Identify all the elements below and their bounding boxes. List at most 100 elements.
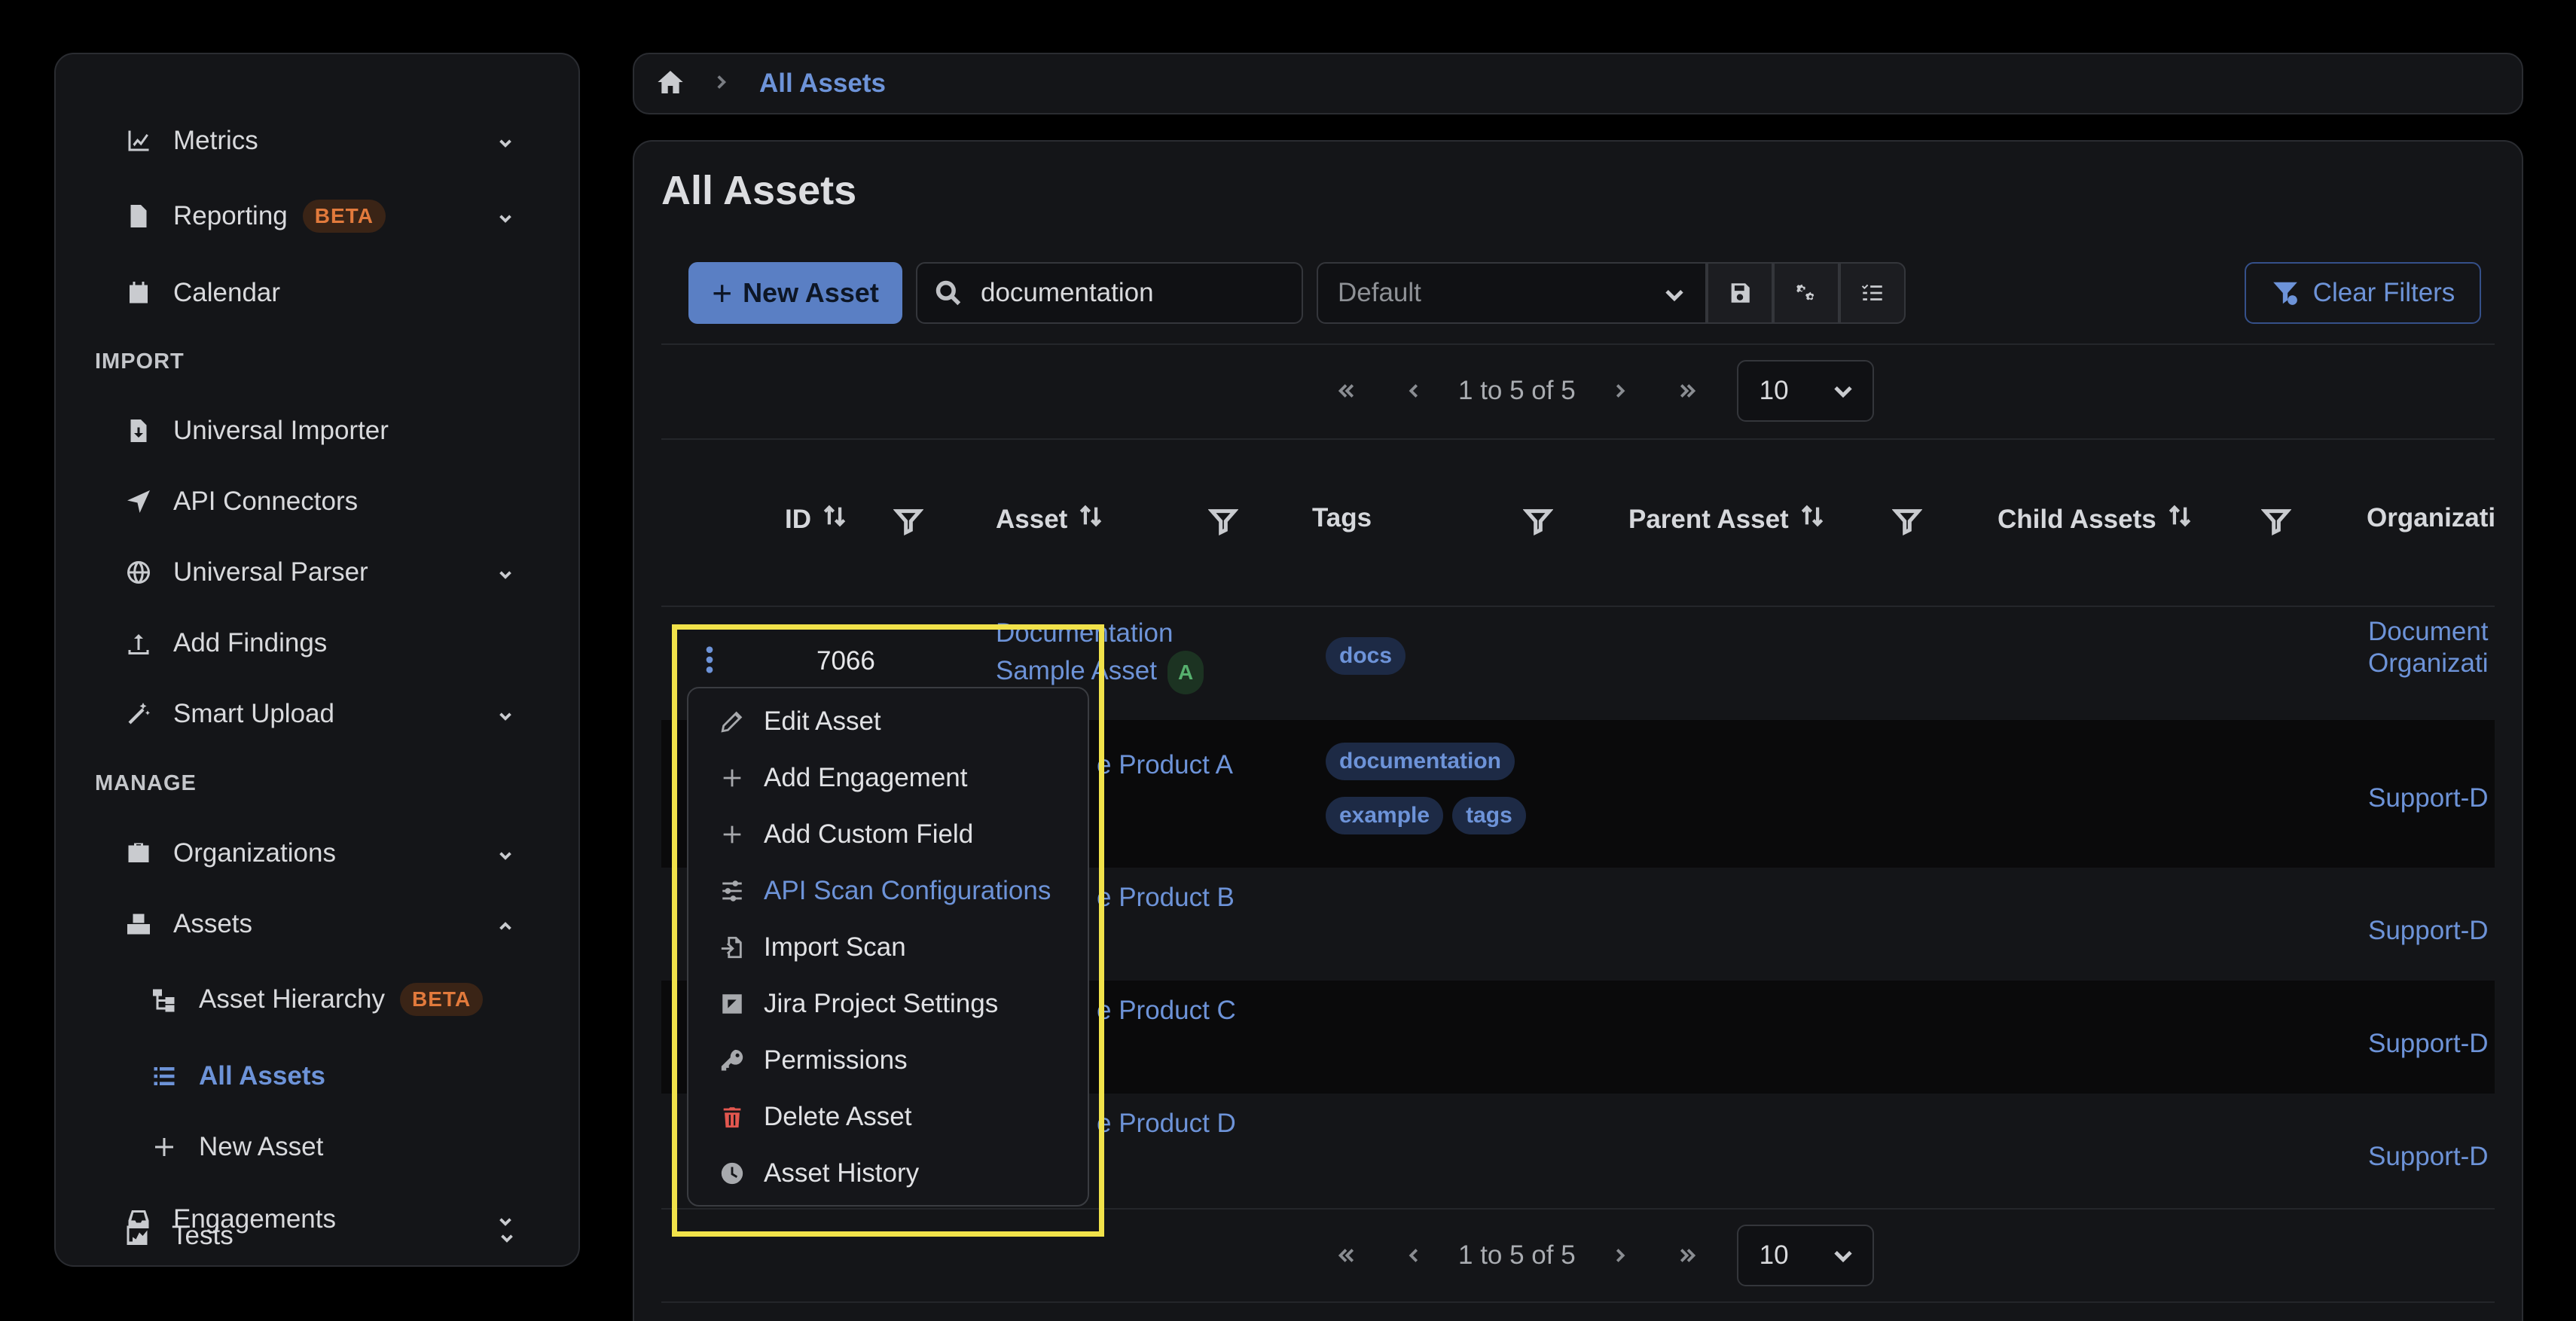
filter-icon[interactable] [2260,506,2292,540]
pagination-info: 1 to 5 of 5 [1458,1240,1576,1270]
filter-icon[interactable] [1207,506,1239,540]
sidebar-item-universal-parser[interactable]: Universal Parser [124,546,518,599]
sidebar-item-smart-upload[interactable]: Smart Upload [124,688,518,740]
prev-page-icon[interactable] [1380,1244,1448,1267]
asset-name-link[interactable]: e Product C [1097,996,1236,1026]
sidebar-item-add-findings[interactable]: Add Findings [124,617,518,670]
new-asset-button[interactable]: + New Asset [688,262,902,324]
save-view-button[interactable] [1707,262,1773,324]
menu-item-add-engagement[interactable]: Add Engagement [717,755,967,801]
breadcrumb-current[interactable]: All Assets [759,69,886,99]
column-header-parent-asset[interactable]: Parent Asset [1628,503,1825,535]
tag-badge[interactable]: example [1326,797,1444,834]
first-page-icon[interactable] [1312,380,1380,402]
trash-icon [717,1104,747,1130]
filter-icon[interactable] [893,506,924,540]
sidebar-item-all-assets[interactable]: All Assets [149,1050,518,1103]
column-header-organization[interactable]: Organizati [2367,503,2495,533]
chevron-down-icon [497,1225,520,1247]
chevron-down-icon [496,205,518,227]
page-title: All Assets [661,168,857,213]
clock-icon [717,1161,747,1186]
sidebar-item-label: Tests [172,1221,233,1250]
menu-item-delete-asset[interactable]: Delete Asset [717,1094,912,1139]
sidebar-item-metrics[interactable]: Metrics [124,114,518,167]
clear-filters-button[interactable]: Clear Filters [2245,262,2481,324]
column-header-child-assets[interactable]: Child Assets [1998,503,2193,535]
menu-item-label: Jira Project Settings [764,989,999,1018]
asset-name-link[interactable]: e Product A [1097,750,1233,780]
pagination-bottom: 1 to 5 of 5 10 [1312,1225,1874,1286]
sidebar: Metrics Reporting BETA Calendar IMPORT U… [54,53,580,1267]
sort-icon[interactable] [1067,503,1103,535]
divider [661,1208,2495,1210]
column-label: Parent Asset [1628,504,1789,534]
organization-link[interactable]: Support-D [2368,916,2489,946]
menu-item-jira-project-settings[interactable]: Jira Project Settings [717,981,998,1027]
columns-button[interactable] [1839,262,1906,324]
pagination-top: 1 to 5 of 5 10 [1312,360,1874,422]
sidebar-item-calendar[interactable]: Calendar [124,267,518,319]
organization-link[interactable]: Document Organizati [2368,616,2489,679]
magic-wand-icon [124,699,154,729]
save-icon [1731,283,1750,303]
sort-icon[interactable] [2156,503,2193,535]
sidebar-item-label: Universal Parser [173,557,368,587]
menu-item-asset-history[interactable]: Asset History [717,1151,919,1196]
tag-badge[interactable]: documentation [1326,743,1515,780]
asset-name-link[interactable]: e Product D [1097,1109,1236,1139]
column-header-asset[interactable]: Asset [996,503,1103,535]
asset-name-link[interactable]: Documentation Sample Asset A [996,616,1204,694]
menu-item-add-custom-field[interactable]: Add Custom Field [717,812,973,857]
row-actions-kebab-icon[interactable] [700,645,719,675]
organization-link[interactable]: Support-D [2368,1029,2489,1059]
plus-icon [717,822,747,847]
last-page-icon[interactable] [1654,380,1722,402]
next-page-icon[interactable] [1586,1244,1654,1267]
sidebar-item-asset-hierarchy[interactable]: Asset Hierarchy BETA [149,973,518,1026]
sidebar-item-tests[interactable]: Tests [122,1210,520,1262]
sort-icon[interactable] [811,503,847,535]
sidebar-item-new-asset[interactable]: New Asset [149,1121,518,1173]
filter-icon[interactable] [1891,506,1923,540]
sidebar-item-reporting[interactable]: Reporting BETA [124,190,518,243]
next-page-icon[interactable] [1586,380,1654,402]
sidebar-item-label: Metrics [173,126,258,155]
search-box [916,262,1303,324]
view-settings-button[interactable] [1773,262,1839,324]
search-icon [935,280,961,306]
tag-badge[interactable]: tags [1452,797,1526,834]
sort-icon[interactable] [1789,503,1825,535]
calendar-icon [124,278,154,308]
sidebar-section-manage: MANAGE [95,771,197,795]
prev-page-icon[interactable] [1380,380,1448,402]
last-page-icon[interactable] [1654,1244,1722,1267]
sidebar-item-universal-importer[interactable]: Universal Importer [124,404,518,457]
menu-item-api-scan-configurations[interactable]: API Scan Configurations [717,868,1051,914]
page-size-select[interactable]: 10 [1736,360,1874,422]
column-header-id[interactable]: ID [785,503,847,535]
pagination-info: 1 to 5 of 5 [1458,376,1576,405]
home-icon[interactable] [655,67,685,101]
sidebar-item-assets[interactable]: Assets [124,898,518,950]
asset-name-link[interactable]: e Product B [1097,883,1235,913]
sidebar-item-api-connectors[interactable]: API Connectors [124,475,518,528]
filter-icon[interactable] [1522,506,1554,540]
search-input[interactable] [981,278,1297,308]
page-size-select[interactable]: 10 [1736,1225,1874,1286]
column-header-tags[interactable]: Tags [1312,503,1372,533]
first-page-icon[interactable] [1312,1244,1380,1267]
plus-icon [149,1132,179,1162]
sidebar-item-organizations[interactable]: Organizations [124,827,518,880]
organization-link[interactable]: Support-D [2368,1142,2489,1172]
menu-item-permissions[interactable]: Permissions [717,1038,908,1083]
sidebar-item-label: Reporting [173,201,288,230]
view-select[interactable]: Default [1317,262,1707,324]
menu-item-edit-asset[interactable]: Edit Asset [717,699,881,744]
menu-item-import-scan[interactable]: Import Scan [717,925,906,970]
beta-badge: BETA [302,200,386,233]
organization-link[interactable]: Support-D [2368,783,2489,813]
menu-item-label: Asset History [764,1158,920,1188]
tag-badge[interactable]: docs [1326,637,1406,675]
divider [661,343,2495,345]
